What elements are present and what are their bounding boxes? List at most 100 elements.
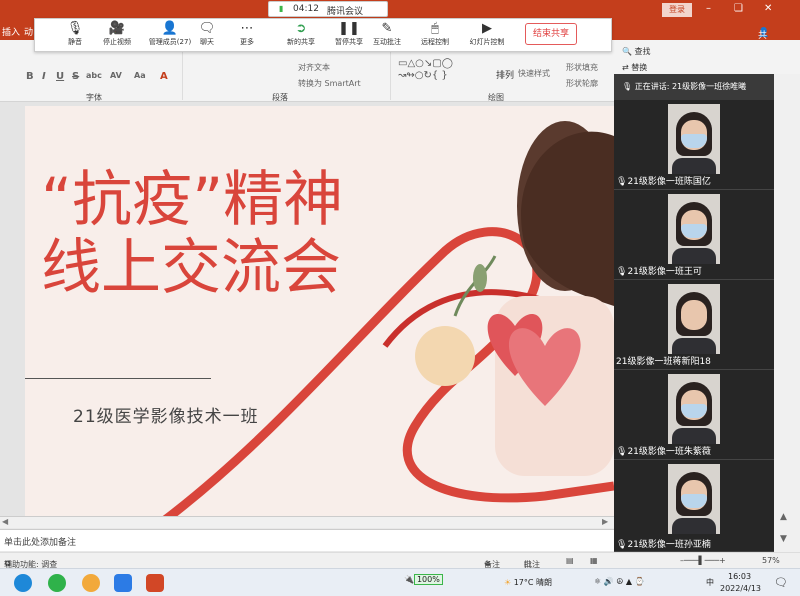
underline-button[interactable]: U xyxy=(56,71,64,82)
meeting-app-title: 腾讯会议 xyxy=(327,7,364,17)
remote-control-button[interactable]: 🖱 远程控制 xyxy=(411,21,459,47)
mic-muted-icon: 🎙 xyxy=(616,267,628,277)
microphone-icon: 🎙 xyxy=(622,82,633,91)
shape-outline-button[interactable]: 形状轮廓 xyxy=(566,78,598,89)
login-button[interactable]: 登录 xyxy=(662,3,692,17)
slide-subtitle[interactable]: 21级医学影像技术一班 xyxy=(73,402,259,427)
participant-name: 🎙21级影像一班王可 xyxy=(616,267,702,277)
meeting-time: 04:12 xyxy=(293,4,319,14)
meeting-info-pill[interactable]: ▮ 04:12 腾讯会议 xyxy=(268,1,388,17)
clock-date[interactable]: 2022/4/13 xyxy=(720,584,761,593)
arrange-button[interactable]: 排列 xyxy=(496,68,514,81)
bold-button[interactable]: B xyxy=(26,71,34,82)
find-button[interactable]: 🔍 查找 xyxy=(622,46,651,57)
notes-pane[interactable]: 单击此处添加备注 xyxy=(0,529,614,551)
signal-icon: ▮ xyxy=(279,4,284,13)
end-share-button[interactable]: 结束共享 xyxy=(525,23,577,45)
participant-video xyxy=(668,284,720,354)
video-tile[interactable]: 🎙21级影像一班王可 xyxy=(614,190,774,280)
video-panel: 🎙 正在讲话: 21级影像一班徐唯曦 🎙21级影像一班陈国亿 🎙21级影像一班王… xyxy=(614,74,774,552)
ime-indicator[interactable]: 中 xyxy=(706,577,714,588)
participant-video xyxy=(668,464,720,534)
font-color-button[interactable]: A xyxy=(160,71,168,82)
replace-button[interactable]: ⇄ 替换 xyxy=(622,62,647,73)
shapes-gallery[interactable]: ▭△○↘▢◯ ↝↬○↻{ } xyxy=(398,58,482,88)
restore-icon[interactable]: ❏ xyxy=(734,3,743,14)
mic-muted-icon: 🎙 xyxy=(616,177,628,187)
normal-view-icon[interactable]: ▤ xyxy=(566,556,574,565)
horizontal-scrollbar[interactable]: ◀ ▶ xyxy=(0,516,614,528)
status-bar: ♻ 辅助功能: 调查 ≡ 备注 □ 批注 ▤ ▦ –───▌───+ 57% xyxy=(0,552,800,569)
participant-name: 🎙21级影像一班陈国亿 xyxy=(616,177,711,187)
stop-video-button[interactable]: 🎥 停止视频 xyxy=(93,21,141,47)
quick-styles-button[interactable]: 快速样式 xyxy=(518,68,550,79)
tray-icons[interactable]: ⚛ 🔊 ☮ ▲ ⌚ xyxy=(594,577,645,586)
tab-animation[interactable]: 动 xyxy=(24,25,33,38)
battery-indicator[interactable]: 🔌 100% xyxy=(404,574,443,585)
slide-editor-area: “抗疫”精神 线上交流会 21级医学影像技术一班 xyxy=(0,102,614,522)
clock-time[interactable]: 16:03 xyxy=(728,572,751,581)
convert-smartart-button[interactable]: 转换为 SmartArt xyxy=(298,78,361,89)
plug-icon: 🔌 xyxy=(404,575,414,584)
participant-video xyxy=(668,194,720,264)
zoom-slider[interactable]: –───▌───+ xyxy=(680,556,726,565)
scroll-down-icon[interactable]: ▼ xyxy=(780,534,787,544)
ppt-vertical-scrollbar[interactable]: ▲ ▼ xyxy=(774,74,800,552)
tab-insert[interactable]: 插入 xyxy=(2,25,20,38)
shape-fill-button[interactable]: 形状填充 xyxy=(566,62,598,73)
video-tile[interactable]: 21级影像一班蒋新阳18 xyxy=(614,280,774,370)
char-spacing-button[interactable]: AV xyxy=(110,71,122,80)
participant-name: 🎙21级影像一班孙亚楠 xyxy=(616,540,711,550)
tencent-meeting-icon[interactable] xyxy=(114,574,132,592)
participant-name: 21级影像一班蒋新阳18 xyxy=(616,357,711,367)
video-tile[interactable]: 🎙21级影像一班朱紫薇 xyxy=(614,370,774,460)
slide-title-line2[interactable]: 线上交流会 xyxy=(41,236,341,300)
participant-video xyxy=(668,104,720,174)
video-camera-icon: 🎥 xyxy=(108,21,126,36)
minimize-icon[interactable]: – xyxy=(706,3,711,14)
align-text-button[interactable]: 对齐文本 xyxy=(298,62,330,73)
italic-button[interactable]: I xyxy=(42,71,46,82)
video-tile[interactable]: 🎙21级影像一班陈国亿 xyxy=(614,100,774,190)
ribbon-divider xyxy=(390,44,391,100)
mute-button[interactable]: 🎙 静音 xyxy=(51,21,99,47)
close-icon[interactable]: ✕ xyxy=(764,3,772,14)
slide-divider-line xyxy=(25,378,211,379)
share-screen-icon: ➲ xyxy=(295,21,307,36)
scroll-left-icon[interactable]: ◀ xyxy=(2,517,8,526)
microphone-icon: 🎙 xyxy=(66,21,84,36)
powerpoint-icon[interactable] xyxy=(146,574,164,592)
scroll-right-icon[interactable]: ▶ xyxy=(602,517,608,526)
notes-placeholder: 单击此处添加备注 xyxy=(4,538,77,548)
search-icon: 🔍 xyxy=(622,47,632,56)
slide-control-button[interactable]: ▶ 幻灯片控制 xyxy=(459,21,515,47)
slide-canvas[interactable]: “抗疫”精神 线上交流会 21级医学影像技术一班 xyxy=(25,106,614,520)
taskbar: 🔌 100% ☀ 17°C 晴朗 ⚛ 🔊 ☮ ▲ ⌚ 中 16:03 2022/4… xyxy=(0,568,800,596)
mic-muted-icon: 🎙 xyxy=(616,540,628,550)
participant-name: 🎙21级影像一班朱紫薇 xyxy=(616,447,711,457)
edge-browser-icon[interactable] xyxy=(14,574,32,592)
notification-icon[interactable]: 🗨 xyxy=(774,576,788,589)
more-button[interactable]: ⋯ 更多 xyxy=(223,21,271,47)
slideshow-icon: ▶ xyxy=(482,21,492,36)
video-tile[interactable]: 🎙21级影像一班孙亚楠 xyxy=(614,460,774,552)
text-shadow-button[interactable]: abc xyxy=(86,71,102,80)
weather-widget[interactable]: ☀ 17°C 晴朗 xyxy=(504,577,552,588)
zoom-level[interactable]: 57% xyxy=(762,556,780,565)
ribbon-divider xyxy=(182,44,183,100)
annotation-button[interactable]: ✎ 互动批注 xyxy=(363,21,411,47)
remote-control-icon: 🖱 xyxy=(431,21,439,36)
speaking-indicator: 🎙 正在讲话: 21级影像一班徐唯曦 xyxy=(614,74,774,100)
scroll-up-icon[interactable]: ▲ xyxy=(780,512,787,522)
new-share-button[interactable]: ➲ 新的共享 xyxy=(277,21,325,47)
more-icon: ⋯ xyxy=(240,21,254,36)
sun-icon: ☀ xyxy=(504,578,512,587)
wechat-icon[interactable] xyxy=(48,574,66,592)
change-case-button[interactable]: Aa xyxy=(134,71,146,80)
strikethrough-button[interactable]: S xyxy=(72,71,79,82)
qq-icon[interactable] xyxy=(82,574,100,592)
slide-title-line1[interactable]: “抗疫”精神 xyxy=(41,168,343,232)
mic-muted-icon: 🎙 xyxy=(616,447,628,457)
slide-sorter-icon[interactable]: ▦ xyxy=(590,556,598,565)
meeting-toolbar: 🎙 静音 🎥 停止视频 👤 管理成员(27) 🗨 聊天 ⋯ 更多 ➲ 新的共享 … xyxy=(34,18,612,52)
